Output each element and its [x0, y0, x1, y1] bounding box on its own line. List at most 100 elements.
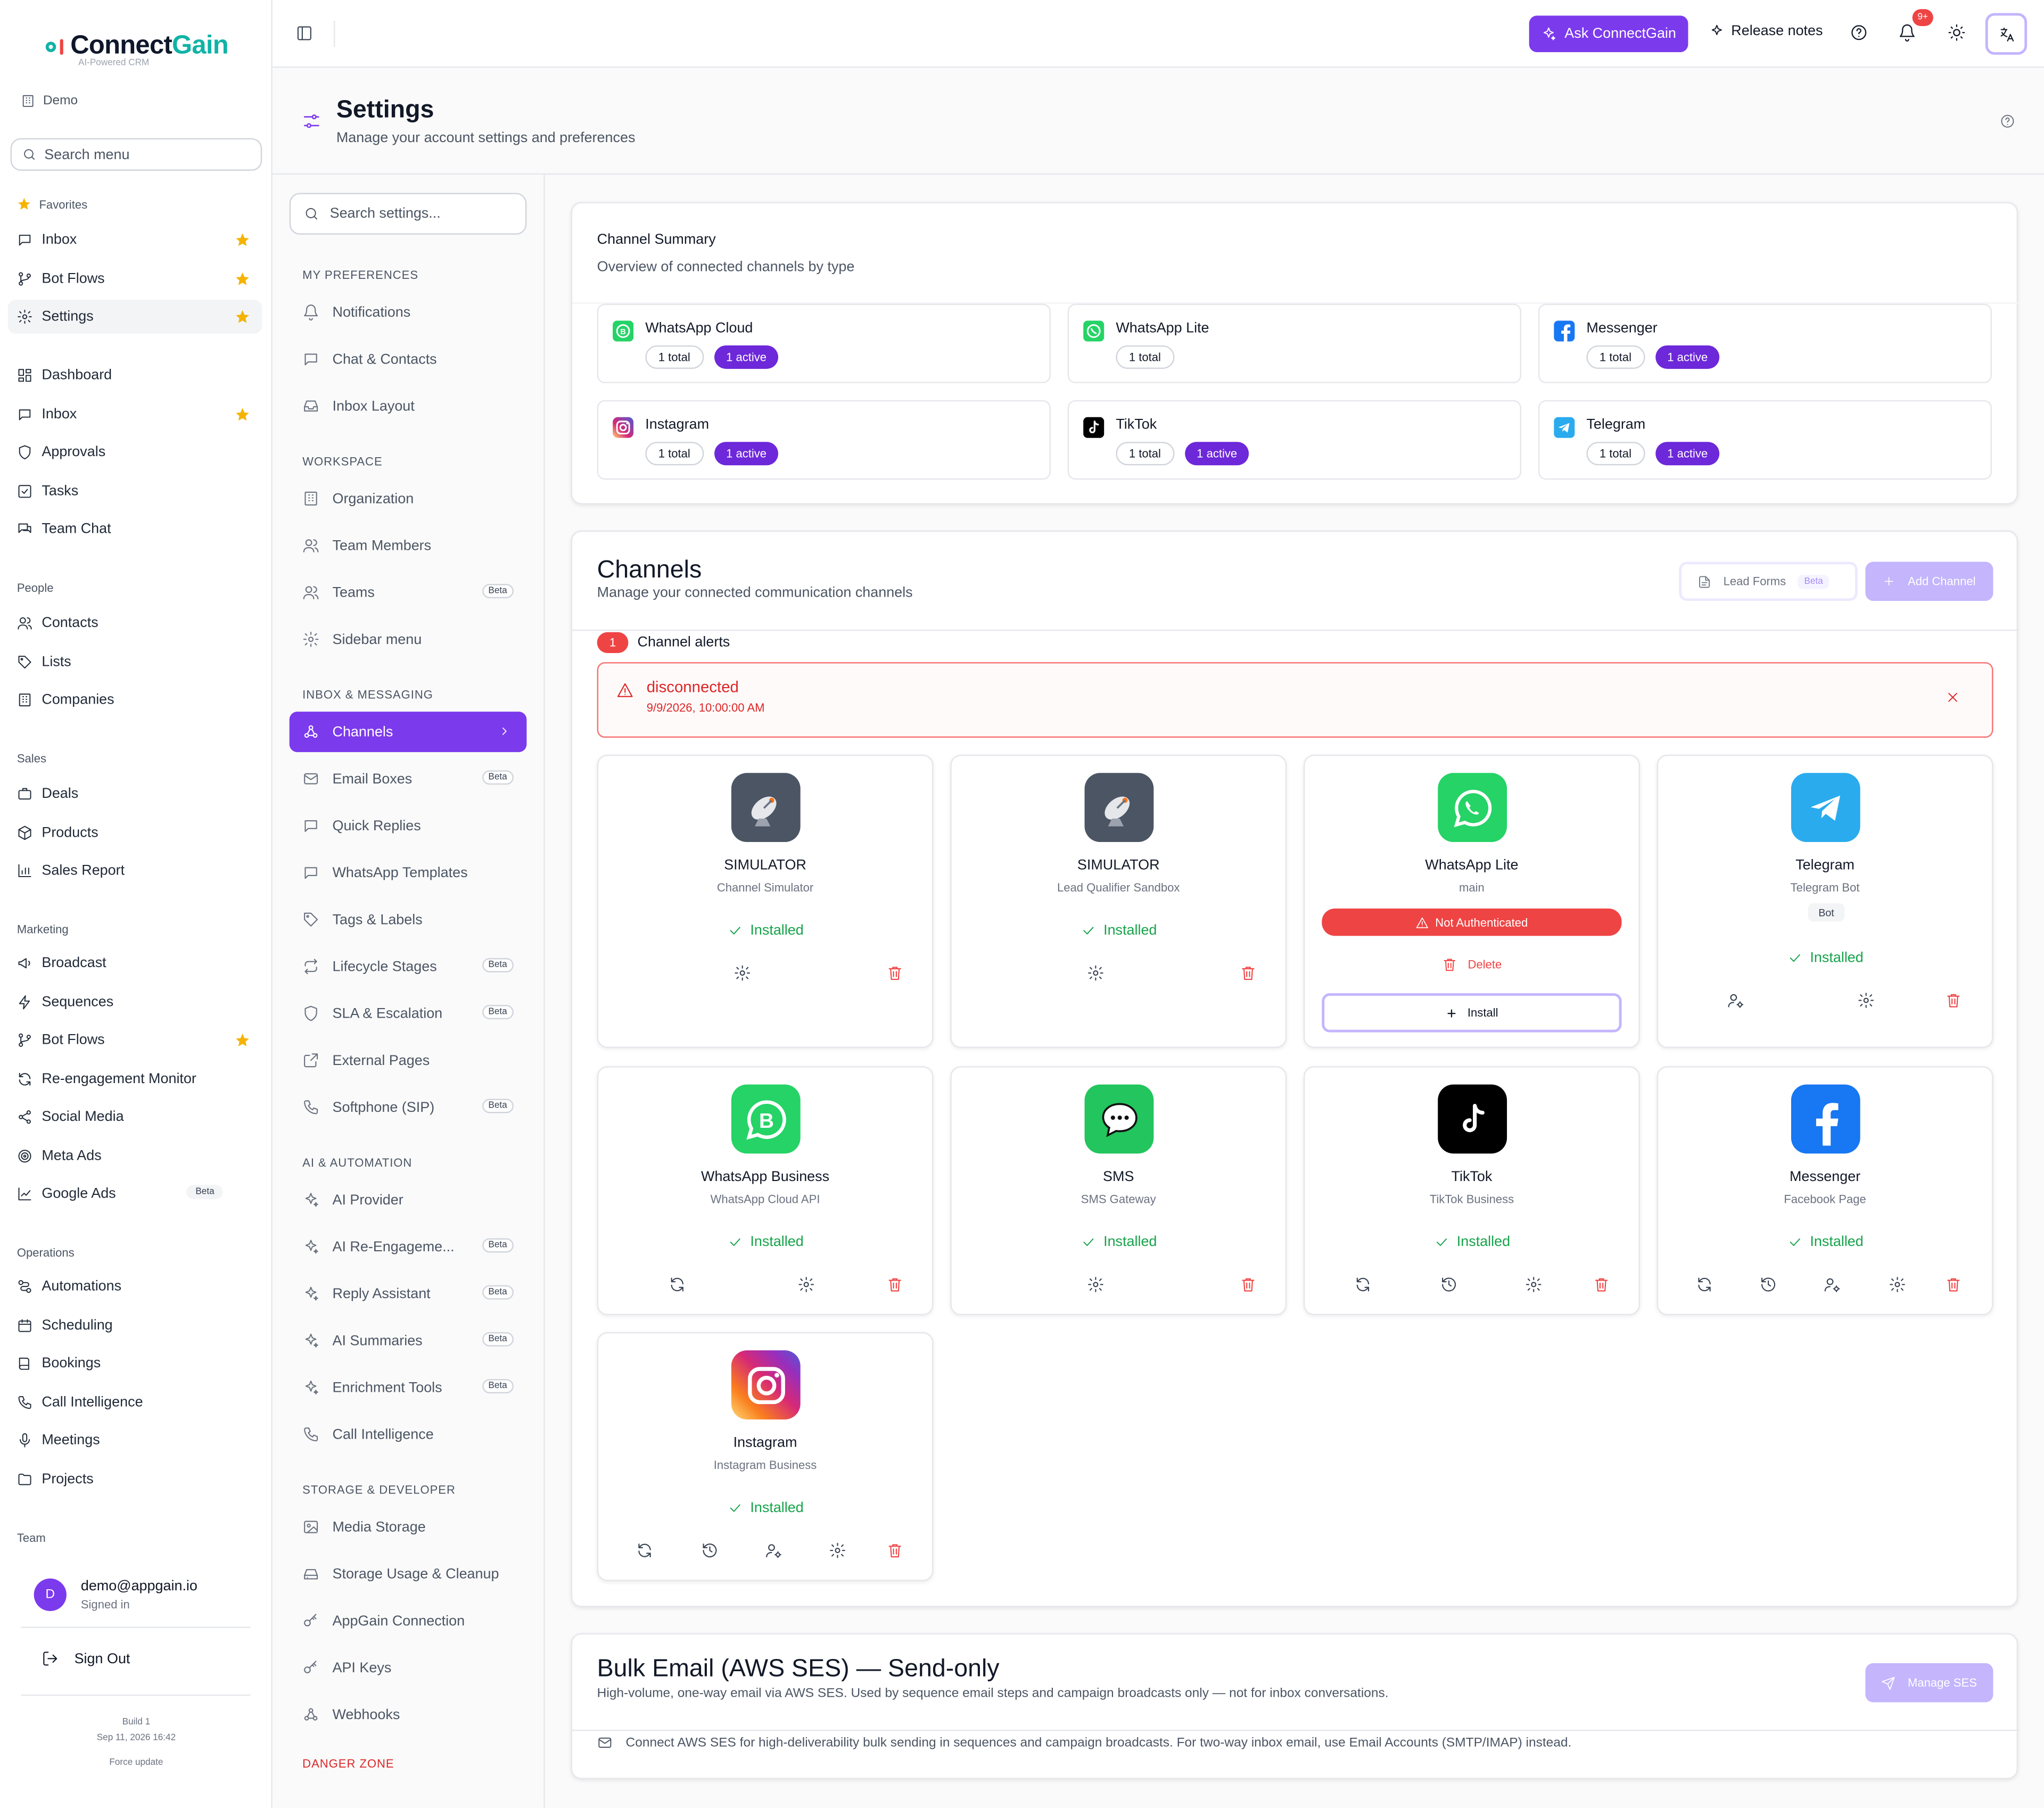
refresh-icon[interactable] [669, 1276, 686, 1293]
install-button[interactable]: Install [1322, 993, 1622, 1033]
settings-item-lifecycle-stages[interactable]: Lifecycle Stages Beta [290, 946, 527, 987]
force-update-link[interactable]: Force update [0, 1759, 273, 1768]
settings-item-reply-assistant[interactable]: Reply Assistant Beta [290, 1274, 527, 1314]
trash-icon[interactable] [1240, 964, 1257, 981]
trash-icon[interactable] [1593, 1276, 1610, 1293]
settings-item-inbox-layout[interactable]: Inbox Layout [290, 386, 527, 426]
lead-forms-button[interactable]: Lead Forms Beta [1679, 562, 1858, 601]
sidebar-item-sales-report[interactable]: Sales Report [8, 854, 262, 888]
star-icon[interactable] [235, 1033, 250, 1048]
close-icon[interactable] [1945, 690, 1960, 705]
sidebar-item-deals[interactable]: Deals [8, 777, 262, 811]
refresh-icon[interactable] [636, 1542, 653, 1559]
settings-item-api-keys[interactable]: API Keys [290, 1648, 527, 1688]
delete-button[interactable]: Delete [1305, 957, 1638, 972]
settings-item-chat-contacts[interactable]: Chat & Contacts [290, 339, 527, 379]
settings-item-quick-replies[interactable]: Quick Replies [290, 805, 527, 846]
user-card[interactable]: D demo@appgain.io Signed in [21, 1563, 251, 1628]
trash-icon[interactable] [1240, 1276, 1257, 1293]
gear-icon[interactable] [1087, 1276, 1104, 1293]
sidebar-item-broadcast[interactable]: Broadcast [8, 946, 262, 980]
settings-item-ai-provider[interactable]: AI Provider [290, 1179, 527, 1220]
sidebar-item-tasks[interactable]: Tasks [8, 474, 262, 508]
menu-search-input[interactable]: Search menu [10, 138, 262, 171]
sidebar-item-bookings[interactable]: Bookings [8, 1347, 262, 1381]
settings-item-ai-re-engageme-[interactable]: AI Re-Engageme... Beta [290, 1227, 527, 1267]
star-icon[interactable] [235, 309, 250, 324]
sidebar-item-team-chat[interactable]: Team Chat [8, 512, 262, 546]
manage-ses-button[interactable]: Manage SES [1865, 1663, 1993, 1703]
settings-item-team-members[interactable]: Team Members [290, 525, 527, 566]
gear-icon[interactable] [1525, 1276, 1542, 1293]
sidebar-item-google-ads[interactable]: Google Ads Beta [8, 1177, 262, 1211]
brand-logo[interactable]: ConnectGain [39, 31, 229, 61]
settings-item-call-intelligence[interactable]: Call Intelligence [290, 1414, 527, 1455]
user-gear-icon[interactable] [765, 1542, 782, 1559]
sidebar-item-settings[interactable]: Settings [7, 300, 262, 334]
sidebar-item-companies[interactable]: Companies [8, 683, 262, 717]
settings-item-softphone-sip-[interactable]: Softphone (SIP) Beta [290, 1087, 527, 1127]
sidebar-item-inbox[interactable]: Inbox [8, 397, 262, 431]
gear-icon[interactable] [1858, 992, 1875, 1009]
settings-item-tags-labels[interactable]: Tags & Labels [290, 899, 527, 940]
settings-item-teams[interactable]: Teams Beta [290, 572, 527, 613]
sidebar-item-automations[interactable]: Automations [8, 1269, 262, 1303]
sidebar-item-projects[interactable]: Projects [8, 1462, 262, 1496]
settings-item-enrichment-tools[interactable]: Enrichment Tools Beta [290, 1367, 527, 1408]
settings-item-organization[interactable]: Organization [290, 478, 527, 519]
sidebar-toggle-icon[interactable] [296, 25, 313, 42]
sidebar-item-re-engagement-monitor[interactable]: Re-engagement Monitor [8, 1062, 262, 1096]
help-icon[interactable] [1850, 23, 1868, 42]
settings-item-media-storage[interactable]: Media Storage [290, 1507, 527, 1547]
gear-icon[interactable] [1087, 964, 1104, 981]
gear-icon[interactable] [829, 1542, 846, 1559]
sidebar-item-bot-flows[interactable]: Bot Flows [8, 1023, 262, 1057]
language-button[interactable] [1985, 13, 2027, 55]
release-notes-button[interactable]: Release notes [1709, 23, 1823, 39]
ask-connectgain-button[interactable]: Ask ConnectGain [1529, 15, 1688, 52]
settings-item-external-pages[interactable]: External Pages [290, 1040, 527, 1080]
refresh-icon[interactable] [1355, 1276, 1372, 1293]
settings-item-storage-usage-cleanup[interactable]: Storage Usage & Cleanup [290, 1554, 527, 1594]
trash-icon[interactable] [1945, 1276, 1962, 1293]
settings-search-input[interactable]: Search settings... [289, 193, 527, 235]
sidebar-item-meta-ads[interactable]: Meta Ads [8, 1138, 262, 1173]
sidebar-item-call-intelligence[interactable]: Call Intelligence [8, 1385, 262, 1419]
sidebar-item-contacts[interactable]: Contacts [8, 606, 262, 640]
user-gear-icon[interactable] [1824, 1276, 1841, 1293]
gear-icon[interactable] [734, 964, 751, 981]
gear-icon[interactable] [798, 1276, 815, 1293]
settings-item-ai-summaries[interactable]: AI Summaries Beta [290, 1320, 527, 1361]
settings-item-channels[interactable]: Channels [289, 712, 527, 753]
settings-item-appgain-connection[interactable]: AppGain Connection [290, 1600, 527, 1641]
org-switcher[interactable]: Demo [21, 94, 78, 108]
sidebar-item-lists[interactable]: Lists [8, 645, 262, 679]
settings-item-webhooks[interactable]: Webhooks [290, 1695, 527, 1735]
sidebar-item-meetings[interactable]: Meetings [8, 1423, 262, 1457]
not-authenticated-button[interactable]: Not Authenticated [1322, 908, 1622, 936]
trash-icon[interactable] [1945, 992, 1962, 1009]
sidebar-item-bot-flows[interactable]: Bot Flows [8, 261, 262, 295]
history-icon[interactable] [702, 1542, 719, 1559]
gear-icon[interactable] [1889, 1276, 1906, 1293]
history-icon[interactable] [1440, 1276, 1457, 1293]
history-icon[interactable] [1760, 1276, 1777, 1293]
add-channel-button[interactable]: Add Channel [1865, 562, 1993, 601]
sidebar-item-social-media[interactable]: Social Media [8, 1100, 262, 1134]
sidebar-item-products[interactable]: Products [8, 815, 262, 849]
sun-icon[interactable] [1948, 23, 1966, 42]
star-icon[interactable] [235, 270, 250, 286]
settings-item-whatsapp-templates[interactable]: WhatsApp Templates [290, 853, 527, 893]
settings-item-notifications[interactable]: Notifications [290, 292, 527, 333]
sidebar-item-inbox[interactable]: Inbox [8, 223, 262, 257]
settings-item-email-boxes[interactable]: Email Boxes Beta [290, 758, 527, 799]
star-icon[interactable] [235, 406, 250, 422]
bell-icon[interactable] [1898, 23, 1916, 42]
sign-out-button[interactable]: Sign Out [42, 1650, 130, 1667]
help-icon[interactable] [2000, 113, 2015, 129]
trash-icon[interactable] [886, 1276, 903, 1293]
refresh-icon[interactable] [1696, 1276, 1713, 1293]
trash-icon[interactable] [886, 964, 903, 981]
star-icon[interactable] [235, 232, 250, 247]
sidebar-item-scheduling[interactable]: Scheduling [8, 1308, 262, 1342]
